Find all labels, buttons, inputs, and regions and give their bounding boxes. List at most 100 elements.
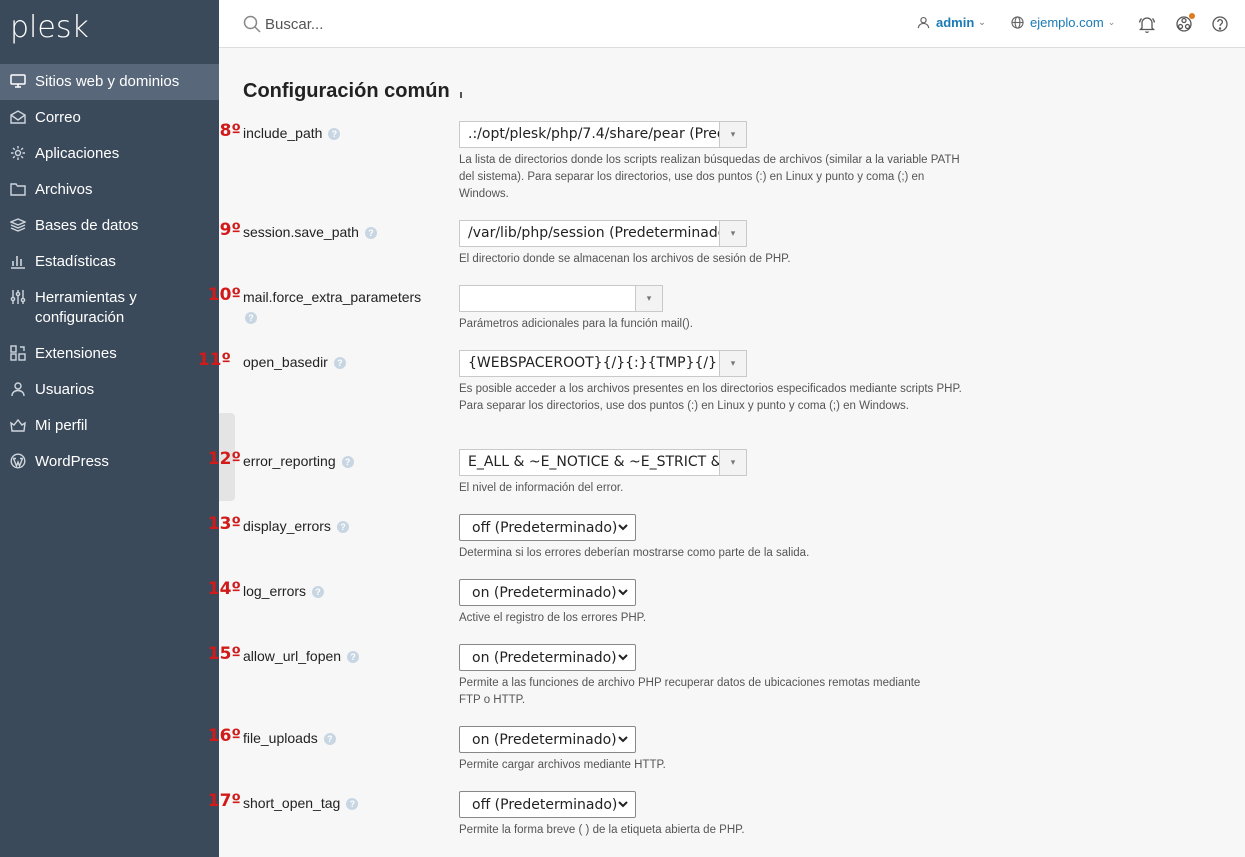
help-icon[interactable]: ? — [346, 798, 359, 811]
mail-icon — [10, 109, 26, 125]
combobox-value[interactable]: {WEBSPACEROOT}{/}{:}{TMP}{/} (Predetermi… — [460, 351, 719, 376]
setting-label-text: file_uploads — [243, 730, 318, 746]
annotation-number: 12º — [207, 449, 241, 469]
sidebar-item-correo[interactable]: Correo — [0, 100, 219, 136]
help-icon[interactable] — [1210, 14, 1230, 34]
sidebar-item-estadisticas[interactable]: Estadísticas — [0, 244, 219, 280]
sidebar-item-label: Mi perfil — [35, 417, 88, 434]
sidebar-item-label: Bases de datos — [35, 217, 139, 234]
select-value: off (Predeterminado) — [472, 519, 618, 536]
bar-chart-icon — [10, 253, 26, 269]
chevron-down-icon[interactable]: ▾ — [719, 122, 746, 147]
sidebar-item-archivos[interactable]: Archivos — [0, 172, 219, 208]
short-open-tag-select[interactable]: off (Predeterminado) — [459, 791, 636, 818]
combobox-value[interactable]: .:/opt/plesk/php/7.4/share/pear (Predete… — [460, 122, 719, 147]
top-header: admin ⌄ ejemplo.com ⌄ — [219, 0, 1245, 48]
sidebar-item-label: Usuarios — [35, 381, 95, 398]
chevron-down-icon: ⌄ — [1107, 17, 1116, 27]
chevron-down-icon — [618, 589, 628, 596]
sidebar-item-label: Herramientas y configuración — [35, 289, 137, 326]
setting-label: include_path? — [243, 123, 341, 143]
combobox-value[interactable] — [460, 286, 635, 311]
setting-description: Active el registro de los errores PHP. — [459, 612, 647, 624]
globe-icon — [1011, 16, 1024, 29]
user-icon — [10, 381, 26, 397]
sidebar-item-wordpress[interactable]: WordPress — [0, 444, 219, 480]
sidebar-item-sitios-web[interactable]: Sitios web y dominios — [0, 64, 219, 100]
setting-label-text: include_path — [243, 125, 323, 141]
chevron-down-icon — [618, 524, 628, 531]
help-icon[interactable]: ? — [341, 456, 354, 469]
session-save-path-combobox[interactable]: /var/lib/php/session (Predeterminado) ▾ — [459, 220, 747, 247]
wordpress-icon — [10, 453, 26, 469]
setting-description: Permite a las funciones de archivo PHP r… — [459, 677, 921, 706]
annotation-number: 17º — [207, 791, 241, 811]
combobox-value[interactable]: /var/lib/php/session (Predeterminado) — [460, 221, 719, 246]
allow-url-fopen-select[interactable]: on (Predeterminado) — [459, 644, 636, 671]
extensions-icon — [10, 345, 26, 361]
setting-label-text: open_basedir — [243, 354, 328, 370]
setting-description: Permite la forma breve ( ) de la etiquet… — [459, 824, 745, 836]
file-uploads-select[interactable]: on (Predeterminado) — [459, 726, 636, 753]
error-reporting-combobox[interactable]: E_ALL & ~E_NOTICE & ~E_STRICT & ~E_DEPRE… — [459, 449, 747, 476]
setting-description: El nivel de información del error. — [459, 482, 624, 494]
sidebar-item-aplicaciones[interactable]: Aplicaciones — [0, 136, 219, 172]
help-icon[interactable]: ? — [333, 357, 346, 370]
help-icon[interactable]: ? — [336, 521, 349, 534]
sliders-icon — [10, 289, 26, 305]
chevron-down-icon[interactable]: ▾ — [719, 351, 746, 376]
plesk-logo[interactable]: plesk — [10, 10, 89, 45]
sidebar-item-bases-de-datos[interactable]: Bases de datos — [0, 208, 219, 244]
include-path-combobox[interactable]: .:/opt/plesk/php/7.4/share/pear (Predete… — [459, 121, 747, 148]
user-name: admin — [936, 15, 975, 30]
chevron-down-icon[interactable]: ▾ — [719, 450, 746, 475]
gear-icon — [10, 145, 26, 161]
domain-name: ejemplo.com — [1030, 15, 1104, 30]
chevron-down-icon — [618, 654, 628, 661]
search-input[interactable] — [265, 12, 565, 36]
chevron-down-icon[interactable]: ▾ — [635, 286, 662, 311]
notifications-icon[interactable] — [1137, 14, 1157, 34]
annotation-number: 13º — [207, 514, 241, 534]
setting-description: Es posible acceder a los archivos presen… — [459, 383, 962, 412]
annotation-number: 11º — [197, 350, 231, 370]
domain-menu[interactable]: ejemplo.com ⌄ — [1011, 15, 1115, 30]
help-icon[interactable]: ? — [347, 651, 360, 664]
setting-label-text: session.save_path — [243, 224, 359, 240]
extensions-catalog-icon[interactable] — [1174, 13, 1195, 34]
setting-description: Parámetros adicionales para la función m… — [459, 318, 693, 330]
setting-label: mail.force_extra_parameters? — [243, 287, 443, 327]
annotation-number: 16º — [207, 726, 241, 746]
main-content: Configuración común 8º include_path? .:/… — [198, 48, 1245, 857]
annotation-number: 15º — [207, 644, 241, 664]
help-icon[interactable]: ? — [323, 733, 336, 746]
help-icon[interactable]: ? — [328, 128, 341, 141]
sidebar-item-usuarios[interactable]: Usuarios — [0, 372, 219, 408]
section-title: Configuración común — [243, 80, 450, 102]
log-errors-select[interactable]: on (Predeterminado) — [459, 579, 636, 606]
setting-label: file_uploads? — [243, 728, 336, 748]
mail-extra-params-combobox[interactable]: ▾ — [459, 285, 663, 312]
user-menu[interactable]: admin ⌄ — [917, 15, 986, 30]
profile-icon — [10, 417, 26, 433]
sidebar-item-label: WordPress — [35, 453, 109, 470]
setting-description: El directorio donde se almacenan los arc… — [459, 253, 791, 265]
chevron-down-icon — [618, 801, 628, 808]
setting-label-text: mail.force_extra_parameters — [243, 289, 422, 305]
setting-label-text: allow_url_fopen — [243, 648, 342, 664]
folder-icon — [10, 181, 26, 197]
help-icon[interactable]: ? — [364, 227, 377, 240]
sidebar-item-mi-perfil[interactable]: Mi perfil — [0, 408, 219, 444]
combobox-value[interactable]: E_ALL & ~E_NOTICE & ~E_STRICT & ~E_DEPRE… — [460, 450, 719, 475]
sidebar-item-herramientas[interactable]: Herramientas y configuración — [0, 280, 219, 336]
help-icon[interactable]: ? — [245, 312, 257, 325]
select-value: on (Predeterminado) — [472, 584, 617, 601]
display-errors-select[interactable]: off (Predeterminado) — [459, 514, 636, 541]
open-basedir-combobox[interactable]: {WEBSPACEROOT}{/}{:}{TMP}{/} (Predetermi… — [459, 350, 747, 377]
setting-label: session.save_path? — [243, 222, 377, 242]
help-icon[interactable]: ? — [312, 586, 325, 599]
sidebar-item-label: Aplicaciones — [35, 145, 120, 162]
sidebar-item-label: Archivos — [35, 181, 93, 198]
setting-label: error_reporting? — [243, 451, 354, 471]
chevron-down-icon[interactable]: ▾ — [719, 221, 746, 246]
